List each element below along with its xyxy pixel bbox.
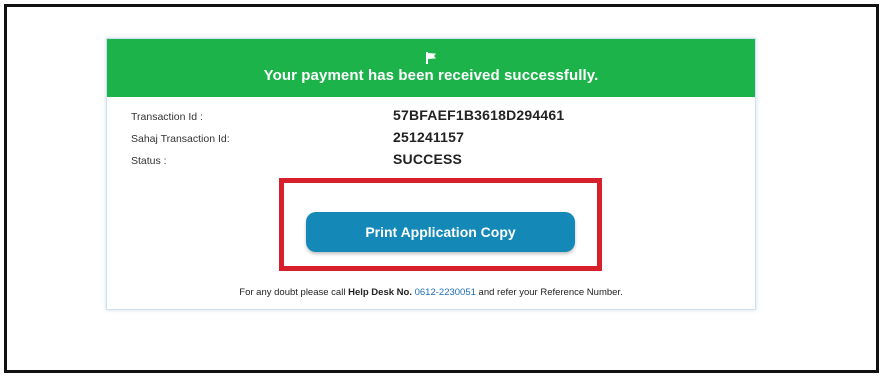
print-application-copy-button[interactable]: Print Application Copy (306, 212, 575, 252)
flag-icon (425, 52, 437, 64)
sahaj-transaction-id-value: 251241157 (393, 129, 465, 145)
helpdesk-prefix: For any doubt please call (239, 287, 346, 298)
status-label: Status : (131, 155, 167, 167)
transaction-id-row: Transaction Id : 57BFAEF1B3618D294461 (131, 107, 564, 129)
success-message: Your payment has been received successfu… (263, 67, 599, 84)
helpdesk-label: Help Desk No. (348, 287, 412, 298)
transaction-id-value: 57BFAEF1B3618D294461 (393, 107, 565, 123)
status-value: SUCCESS (393, 151, 463, 167)
sahaj-transaction-id-label: Sahaj Transaction Id: (131, 133, 230, 145)
helpdesk-note: For any doubt please call Help Desk No. … (106, 287, 756, 298)
transaction-id-label: Transaction Id : (131, 111, 203, 123)
success-banner: Your payment has been received successfu… (107, 39, 755, 97)
sahaj-transaction-id-row: Sahaj Transaction Id: 251241157 (131, 129, 564, 151)
helpdesk-suffix: and refer your Reference Number. (478, 287, 623, 298)
helpdesk-phone-link[interactable]: 0612-2230051 (415, 287, 476, 298)
status-row: Status : SUCCESS (131, 151, 564, 173)
transaction-details: Transaction Id : 57BFAEF1B3618D294461 Sa… (131, 107, 564, 173)
